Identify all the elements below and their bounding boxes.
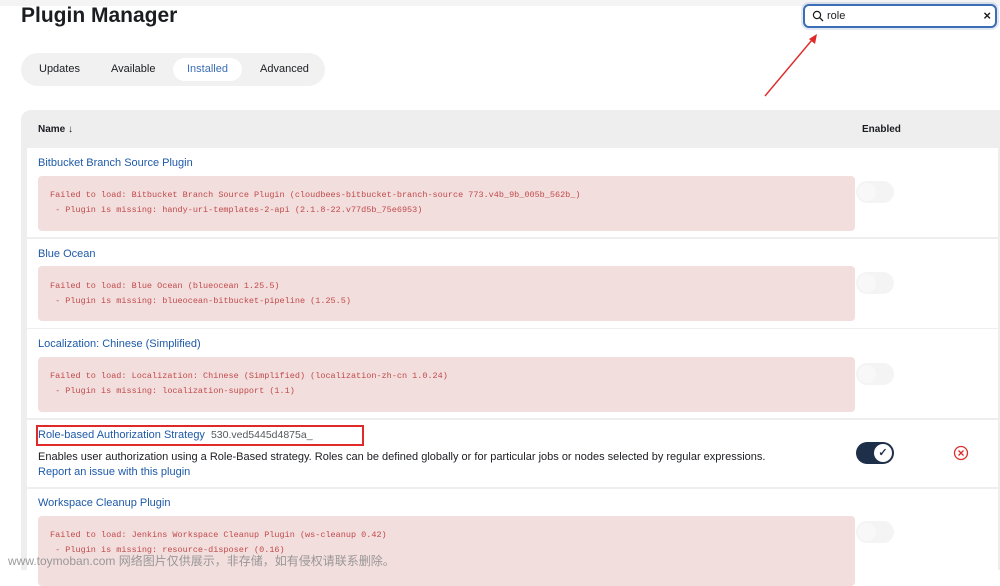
error-line: - Plugin is missing: localization-suppor…	[50, 386, 295, 396]
tab-available[interactable]: Available	[97, 58, 169, 81]
error-line: - Plugin is missing: handy-uri-templates…	[50, 205, 423, 215]
plugin-version: 530.ved5445d4875a_	[210, 429, 313, 441]
enabled-toggle[interactable]: ✓	[856, 442, 894, 464]
column-header-enabled: Enabled	[862, 124, 901, 135]
error-line: Failed to load: Blue Ocean (blueocean 1.…	[50, 281, 280, 291]
error-message: Failed to load: Bitbucket Branch Source …	[38, 176, 855, 231]
table-row: Bitbucket Branch Source Plugin Failed to…	[27, 148, 998, 237]
error-message: Failed to load: Blue Ocean (blueocean 1.…	[38, 266, 855, 321]
error-line: Failed to load: Localization: Chinese (S…	[50, 371, 448, 381]
enabled-toggle	[856, 272, 894, 294]
tab-advanced[interactable]: Advanced	[246, 58, 323, 81]
table-row: Localization: Chinese (Simplified) Faile…	[27, 329, 998, 418]
column-header-name[interactable]: Name ↓	[38, 124, 73, 135]
annotation-arrow	[764, 34, 817, 97]
plugin-name-row: Role-based Authorization Strategy 530.ved…	[38, 429, 313, 441]
page-title: Plugin Manager	[21, 4, 178, 27]
enabled-toggle	[856, 521, 894, 543]
plugin-name-link[interactable]: Role-based Authorization Strategy	[38, 429, 205, 441]
error-message: Failed to load: Localization: Chinese (S…	[38, 357, 855, 412]
plugin-name-link[interactable]: Workspace Cleanup Plugin	[38, 497, 170, 509]
plugin-name-link[interactable]: Bitbucket Branch Source Plugin	[38, 157, 193, 169]
clear-search-icon[interactable]: ×	[983, 7, 991, 25]
search-input[interactable]	[827, 8, 977, 24]
table-row: Blue Ocean Failed to load: Blue Ocean (b…	[27, 239, 998, 328]
enabled-toggle	[856, 363, 894, 385]
search-field[interactable]: ×	[803, 4, 997, 28]
plugin-description: Enables user authorization using a Role-…	[38, 451, 766, 463]
plugin-tabs: Updates Available Installed Advanced	[21, 53, 325, 86]
report-issue-link[interactable]: Report an issue with this plugin	[38, 466, 190, 478]
tab-installed[interactable]: Installed	[173, 58, 242, 81]
table-header: Name ↓ Enabled	[21, 110, 1000, 148]
error-line: Failed to load: Jenkins Workspace Cleanu…	[50, 530, 387, 540]
watermark: www.toymoban.com 网络图片仅供展示，非存储，如有侵权请联系删除。	[8, 554, 395, 568]
error-message: Failed to load: Jenkins Workspace Cleanu…	[38, 516, 855, 586]
enabled-toggle	[856, 181, 894, 203]
table-row: Role-based Authorization Strategy 530.ved…	[27, 420, 998, 487]
checkmark-icon: ✓	[874, 444, 892, 462]
uninstall-icon[interactable]	[953, 445, 969, 461]
plugin-name-link[interactable]: Blue Ocean	[38, 248, 95, 260]
tab-updates[interactable]: Updates	[25, 58, 94, 81]
plugin-name-link[interactable]: Localization: Chinese (Simplified)	[38, 338, 201, 350]
error-line: Failed to load: Bitbucket Branch Source …	[50, 190, 581, 200]
installed-plugins-table: Name ↓ Enabled Bitbucket Branch Source P…	[21, 110, 1000, 586]
search-icon	[812, 10, 824, 22]
error-line: - Plugin is missing: blueocean-bitbucket…	[50, 296, 351, 306]
